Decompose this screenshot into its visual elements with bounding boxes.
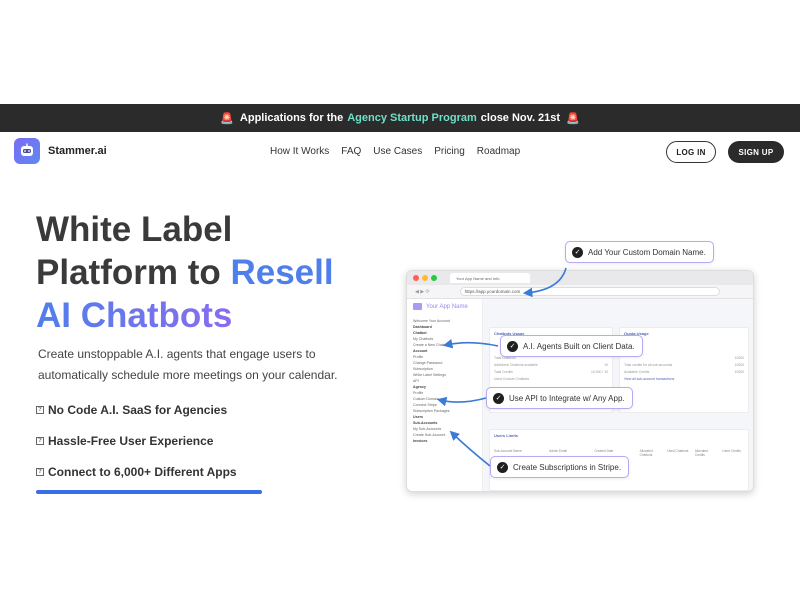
callout-api: ✓ Use API to Integrate w/ Any App.: [486, 387, 633, 409]
nav-pricing[interactable]: Pricing: [434, 146, 465, 157]
announcement-prefix: Applications for the: [239, 112, 344, 124]
siren-icon: 🚨: [220, 112, 234, 125]
siren-icon: 🚨: [566, 112, 580, 125]
usage-row: Additional Chatbots available 10: [494, 363, 608, 367]
back-forward-icon: ◀ ▶ ⟳: [415, 288, 430, 295]
nav-roadmap[interactable]: Roadmap: [477, 146, 520, 157]
hero-subtitle: Create unstoppable A.I. agents that enga…: [38, 347, 338, 382]
bullet-icon: ?: [36, 436, 44, 445]
usage-row: Used Custom Chatbots: [494, 377, 530, 381]
check-circle-icon: ✓: [507, 340, 518, 352]
app-name: Your App Name: [413, 303, 476, 310]
card-title: Users Limits: [494, 433, 519, 438]
announcement-highlight: Agency Startup Program: [347, 112, 477, 124]
browser-titlebar: Your App Name and Info: [407, 271, 753, 285]
check-circle-icon: ✓: [493, 392, 504, 404]
callout-text: A.I. Agents Built on Client Data.: [523, 341, 635, 351]
feature-item: ? Connect to 6,000+ Different Apps: [36, 456, 237, 487]
announcement-suffix: close Nov. 21st: [480, 112, 561, 124]
callout-text: Use API to Integrate w/ Any App.: [509, 393, 625, 403]
page: 🚨 Applications for the Agency Startup Pr…: [0, 0, 800, 600]
login-button[interactable]: LOG IN: [666, 141, 716, 163]
feature-text: No Code A.I. SaaS for Agencies: [48, 402, 228, 417]
app-sidebar: Your App Name Welcome Your Account Dashb…: [407, 299, 483, 491]
bullet-icon: ?: [36, 405, 44, 414]
callout-text: Create Subscriptions in Stripe.: [513, 462, 622, 472]
callout-stripe: ✓ Create Subscriptions in Stripe.: [490, 456, 630, 478]
table-header-row: Sub-Account Name Admin Email Created Dat…: [494, 449, 741, 457]
nav-use-cases[interactable]: Use Cases: [373, 146, 422, 157]
bullet-icon: ?: [36, 467, 44, 476]
announcement-bar[interactable]: 🚨 Applications for the Agency Startup Pr…: [0, 104, 800, 132]
hero-title-line2a: Platform to: [36, 253, 231, 292]
hero-title-line3: AI Chatbots: [36, 296, 233, 335]
main-nav: How It Works FAQ Use Cases Pricing Roadm…: [270, 146, 532, 157]
callout-text: Add Your Custom Domain Name.: [588, 247, 706, 257]
maximize-dot-icon: [431, 275, 437, 281]
feature-text: Hassle-Free User Experience: [48, 433, 214, 448]
brand-name[interactable]: Stammer.ai: [48, 145, 107, 157]
check-circle-icon: ✓: [497, 461, 508, 473]
browser-tab: Your App Name and Info: [450, 273, 530, 283]
callout-ai-agents: ✓ A.I. Agents Built on Client Data.: [500, 335, 643, 357]
close-dot-icon: [413, 275, 419, 281]
nav-faq[interactable]: FAQ: [341, 146, 361, 157]
browser-url: https://app.yourdomain.com: [459, 287, 720, 296]
minimize-dot-icon: [422, 275, 428, 281]
usage-row: Total Credits 10,000 / 10: [494, 370, 608, 374]
check-circle-icon: ✓: [572, 246, 583, 258]
callout-custom-domain: ✓ Add Your Custom Domain Name.: [565, 241, 714, 263]
feature-item: ? No Code A.I. SaaS for Agencies: [36, 394, 237, 425]
robot-face-icon[interactable]: [14, 138, 40, 164]
feature-item: ? Hassle-Free User Experience: [36, 425, 237, 456]
feature-text: Connect to 6,000+ Different Apps: [48, 464, 237, 479]
app-name-text: Your App Name: [426, 303, 468, 310]
sidebar-item: Invoices: [413, 439, 428, 443]
hero-title-line1: White Label: [36, 210, 233, 249]
signup-button[interactable]: SIGN UP: [728, 141, 784, 163]
browser-address-row: ◀ ▶ ⟳ https://app.yourdomain.com: [407, 285, 753, 299]
feature-list: ? No Code A.I. SaaS for Agencies ? Hassl…: [36, 394, 237, 487]
usage-row: Available Credits 10000: [624, 370, 744, 374]
cta-button[interactable]: [36, 490, 262, 494]
usage-row: Total credits for all sub accounts 10000: [624, 363, 744, 367]
hero-title: White Label Platform to Resell AI Chatbo…: [36, 208, 396, 337]
site-header: Stammer.ai How It Works FAQ Use Cases Pr…: [0, 132, 800, 172]
hero-title-line2b: Resell: [230, 253, 334, 292]
image-icon: [413, 303, 422, 310]
nav-how-it-works[interactable]: How It Works: [270, 146, 329, 157]
usage-link[interactable]: View all sub-account transactions: [620, 376, 748, 383]
